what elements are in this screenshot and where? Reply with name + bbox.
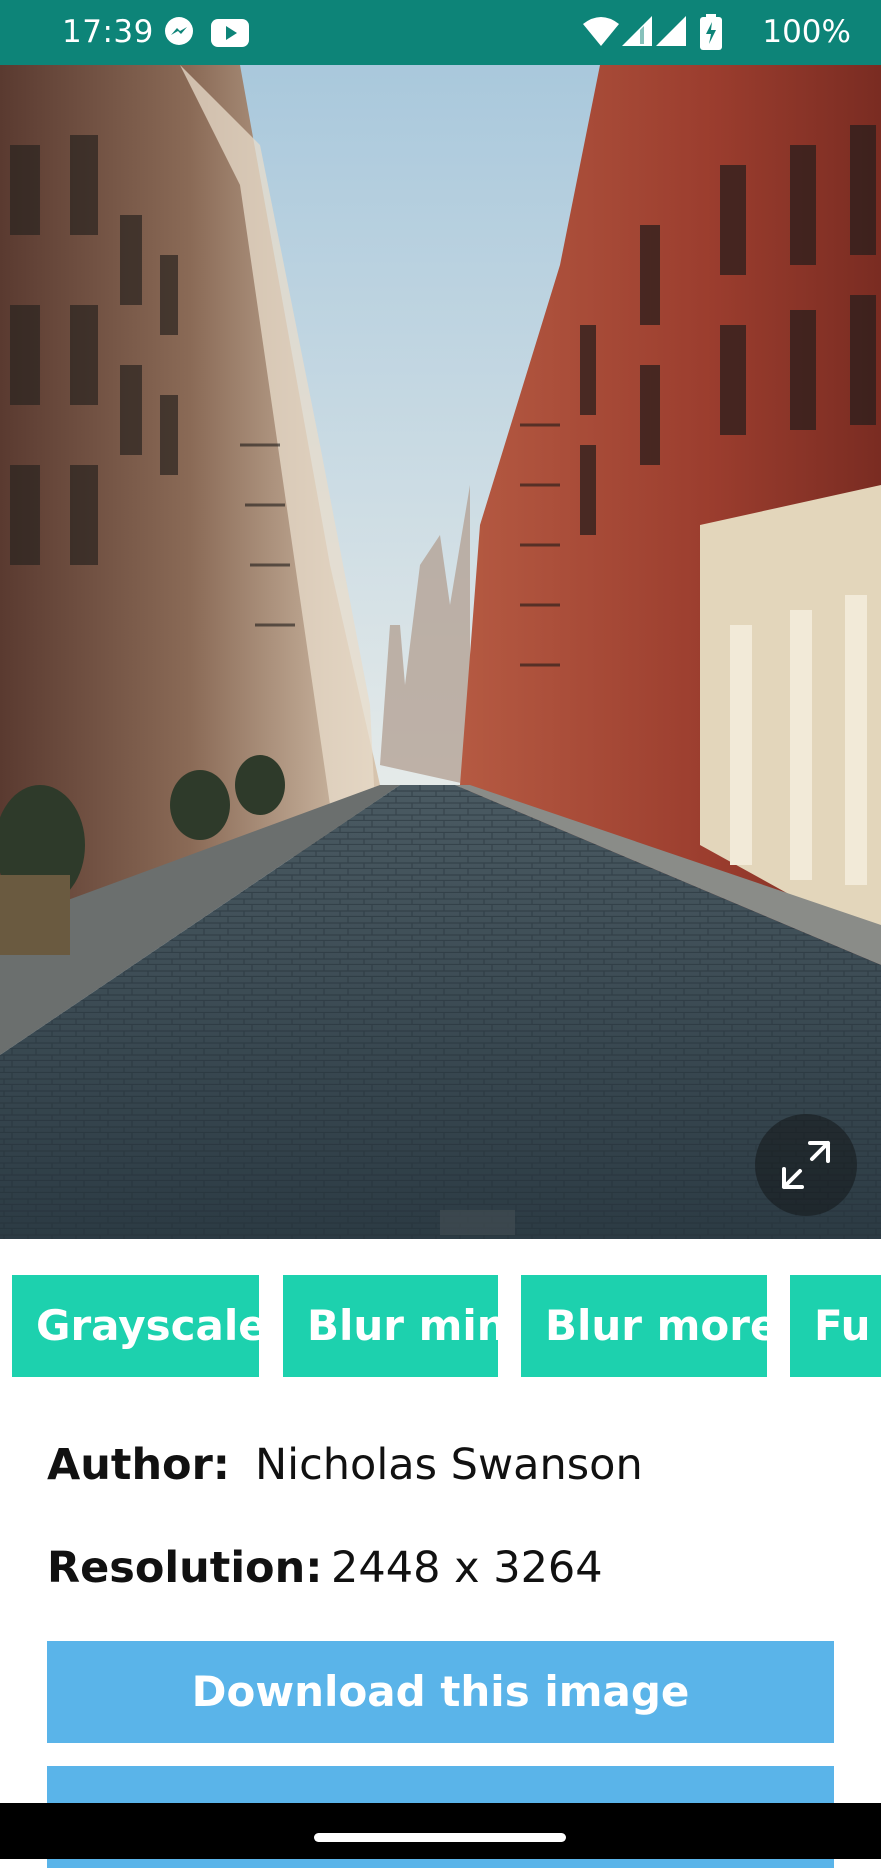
chip-blur-more[interactable]: Blur more: [521, 1275, 767, 1377]
street-photo[interactable]: [0, 65, 881, 1239]
system-navigation-bar: [0, 1803, 881, 1859]
status-time: 17:39: [62, 14, 154, 50]
download-button[interactable]: Download this image: [47, 1641, 834, 1743]
author-label: Author:: [47, 1440, 231, 1490]
signal-icon: [622, 16, 652, 50]
resolution-label: Resolution:: [47, 1543, 323, 1593]
signal-icon: [656, 16, 686, 50]
youtube-icon: [211, 19, 249, 51]
chip-grayscale[interactable]: Grayscale: [12, 1275, 259, 1377]
status-bar: 17:39 100%: [0, 0, 881, 65]
chip-full[interactable]: Fu: [790, 1275, 881, 1377]
author-value: Nicholas Swanson: [255, 1440, 643, 1490]
battery-percent: 100%: [762, 14, 851, 50]
filter-chips-row: Grayscale Blur min Blur more Fu: [0, 1275, 881, 1377]
home-gesture-handle[interactable]: [314, 1833, 566, 1842]
messenger-icon: [163, 16, 195, 52]
chip-blur-min[interactable]: Blur min: [283, 1275, 498, 1377]
wifi-icon: [583, 16, 619, 50]
fullscreen-expand-icon: [782, 1141, 830, 1189]
resolution-value: 2448 x 3264: [331, 1543, 603, 1593]
fullscreen-button[interactable]: [755, 1114, 857, 1216]
battery-charging-icon: [700, 14, 722, 54]
